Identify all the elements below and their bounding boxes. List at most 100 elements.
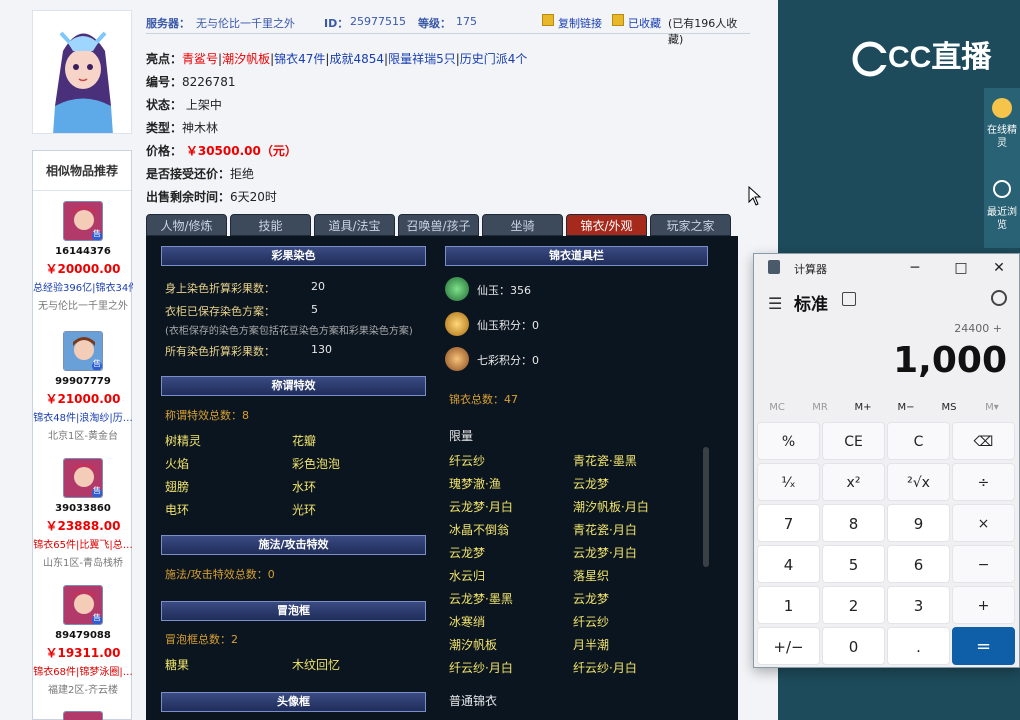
item-thumbnail[interactable]: 售 xyxy=(63,585,103,625)
item-thumbnail[interactable]: 售 xyxy=(63,458,103,498)
currency-label: 七彩积分：0 xyxy=(477,354,539,367)
limited-item: 水云归 xyxy=(449,569,486,583)
similar-item[interactable]: 售 39033860 ￥23888.00 锦衣65件|比翼飞|总… 山东1区-青… xyxy=(33,458,133,569)
item-thumbnail[interactable]: 售 xyxy=(63,331,103,371)
tab-mounts[interactable]: 坐骑 xyxy=(482,214,563,236)
digit-2-key[interactable]: 2 xyxy=(822,586,885,624)
similar-item[interactable]: 售 99907779 ￥21000.00 锦衣48件|浪淘纱|历… 北京1区-黄… xyxy=(33,331,133,442)
favorited-button[interactable]: 已收藏 xyxy=(628,15,661,31)
tab-skills[interactable]: 技能 xyxy=(230,214,311,236)
similar-items-title: 相似物品推荐 xyxy=(33,151,131,191)
highlight-tag[interactable]: 限量祥瑞5只 xyxy=(388,52,456,66)
history-icon[interactable] xyxy=(991,290,1007,306)
logo-text: CC直播 xyxy=(888,41,992,74)
tab-player-home[interactable]: 玩家之家 xyxy=(650,214,731,236)
item-tags[interactable]: 总经验396亿|锦衣34件 xyxy=(33,279,133,294)
square-key[interactable]: x² xyxy=(822,463,885,501)
sale-badge: 售 xyxy=(93,359,101,368)
close-button[interactable]: ✕ xyxy=(984,257,1014,279)
title-effect-item: 花瓣 xyxy=(292,434,317,448)
highlight-tag[interactable]: 锦衣47件 xyxy=(274,52,325,66)
tab-bar: 人物/修炼 技能 道具/法宝 召唤兽/孩子 坐骑 锦衣/外观 玩家之家 xyxy=(146,214,738,236)
add-key[interactable]: + xyxy=(952,586,1015,624)
reciprocal-key[interactable]: ¹⁄ₓ xyxy=(757,463,820,501)
online-sprite-button[interactable]: 在线精灵 xyxy=(986,98,1018,150)
copy-link-button[interactable]: 复制链接 xyxy=(558,15,602,31)
item-tags[interactable]: 锦衣68件|锦梦泳圈|… xyxy=(33,663,133,678)
item-server: 山东1区-青岛栈桥 xyxy=(43,558,123,569)
similar-item[interactable]: 售 89479088 ￥19311.00 锦衣68件|锦梦泳圈|… 福建2区-齐… xyxy=(33,585,133,696)
limited-item: 月半潮 xyxy=(573,638,610,652)
sale-badge: 售 xyxy=(93,229,101,238)
status-value: 上架中 xyxy=(185,98,222,112)
currency-label: 仙玉积分：0 xyxy=(477,319,539,332)
copy-link-icon[interactable] xyxy=(542,14,554,26)
favorite-icon[interactable] xyxy=(612,14,624,26)
percent-key[interactable]: % xyxy=(757,422,820,460)
highlight-tag[interactable]: 潮汐帆板 xyxy=(222,52,270,66)
limited-item: 冰晶不倒翁 xyxy=(449,523,510,537)
highlight-tag[interactable]: 成就4854 xyxy=(329,52,384,66)
bubble-item: 木纹回忆 xyxy=(292,658,341,672)
clear-key[interactable]: C xyxy=(887,422,950,460)
tab-summons[interactable]: 召唤兽/孩子 xyxy=(398,214,479,236)
digit-4-key[interactable]: 4 xyxy=(757,545,820,583)
item-id: 16144376 xyxy=(55,246,111,257)
recent-browse-label: 最近浏览 xyxy=(987,207,1017,231)
item-thumbnail[interactable]: 售 xyxy=(63,711,103,720)
recent-browse-button[interactable]: 最近浏览 xyxy=(986,180,1018,232)
jinyi-total: 锦衣总数：47 xyxy=(449,393,518,406)
cc-logo-icon xyxy=(852,41,888,77)
tab-character[interactable]: 人物/修炼 xyxy=(146,214,227,236)
item-tags[interactable]: 锦衣65件|比翼飞|总… xyxy=(33,536,133,551)
similar-items-panel: 相似物品推荐 售 16144376 ￥20000.00 总经验396亿|锦衣34… xyxy=(32,150,133,720)
tab-items[interactable]: 道具/法宝 xyxy=(314,214,395,236)
keep-on-top-icon[interactable] xyxy=(842,292,856,306)
item-tags[interactable]: 锦衣48件|浪淘纱|历… xyxy=(33,409,133,424)
normal-jinyi-label: 普通锦衣 xyxy=(449,694,498,708)
appearance-panel: 彩果染色 身上染色折算彩果数： 20 衣柜已保存染色方案： 5 (衣柜保存的染色… xyxy=(146,236,738,720)
digit-1-key[interactable]: 1 xyxy=(757,586,820,624)
digit-8-key[interactable]: 8 xyxy=(822,504,885,542)
tab-appearance[interactable]: 锦衣/外观 xyxy=(566,214,647,236)
remaining-time-value: 6天20时 xyxy=(230,190,277,204)
memory-list-button[interactable]: M▾ xyxy=(972,402,1012,413)
highlight-tag[interactable]: 历史门派4个 xyxy=(460,52,528,66)
divide-key[interactable]: ÷ xyxy=(952,463,1015,501)
limited-list-scrollbar[interactable] xyxy=(703,447,709,567)
similar-item[interactable]: 售 xyxy=(33,711,133,720)
multiply-key[interactable]: × xyxy=(952,504,1015,542)
memory-clear-button[interactable]: MC xyxy=(757,402,797,413)
item-server: 福建2区-齐云楼 xyxy=(48,685,118,696)
square-root-key[interactable]: ²√x xyxy=(887,463,950,501)
limited-item: 云龙梦·墨黑 xyxy=(449,592,513,606)
bubble-count: 冒泡框总数：2 xyxy=(165,633,238,646)
subtract-key[interactable]: − xyxy=(952,545,1015,583)
digit-6-key[interactable]: 6 xyxy=(887,545,950,583)
memory-add-button[interactable]: M+ xyxy=(843,402,883,413)
negate-key[interactable]: +/− xyxy=(757,627,820,665)
server-value: 无与伦比一千里之外 xyxy=(196,17,295,30)
limited-item: 云龙梦 xyxy=(449,546,486,560)
memory-subtract-button[interactable]: M− xyxy=(886,402,926,413)
memory-recall-button[interactable]: MR xyxy=(800,402,840,413)
backspace-key[interactable]: ⌫ xyxy=(952,422,1015,460)
minimize-button[interactable]: ─ xyxy=(900,257,930,279)
hamburger-menu-icon[interactable]: ☰ xyxy=(768,294,782,313)
xianyu-points-icon xyxy=(445,312,469,336)
highlight-tag[interactable]: 青鲨号 xyxy=(182,52,218,66)
clear-entry-key[interactable]: CE xyxy=(822,422,885,460)
digit-5-key[interactable]: 5 xyxy=(822,545,885,583)
digit-3-key[interactable]: 3 xyxy=(887,586,950,624)
maximize-button[interactable]: □ xyxy=(946,257,976,279)
digit-0-key[interactable]: 0 xyxy=(822,627,885,665)
title-effect-item: 水环 xyxy=(292,480,317,494)
digit-7-key[interactable]: 7 xyxy=(757,504,820,542)
item-thumbnail[interactable]: 售 xyxy=(63,201,103,241)
similar-item[interactable]: 售 16144376 ￥20000.00 总经验396亿|锦衣34件 无与伦比一… xyxy=(33,201,133,312)
equals-key[interactable]: = xyxy=(952,627,1015,665)
decimal-key[interactable]: . xyxy=(887,627,950,665)
type-label: 类型： xyxy=(146,121,183,135)
digit-9-key[interactable]: 9 xyxy=(887,504,950,542)
memory-store-button[interactable]: MS xyxy=(929,402,969,413)
